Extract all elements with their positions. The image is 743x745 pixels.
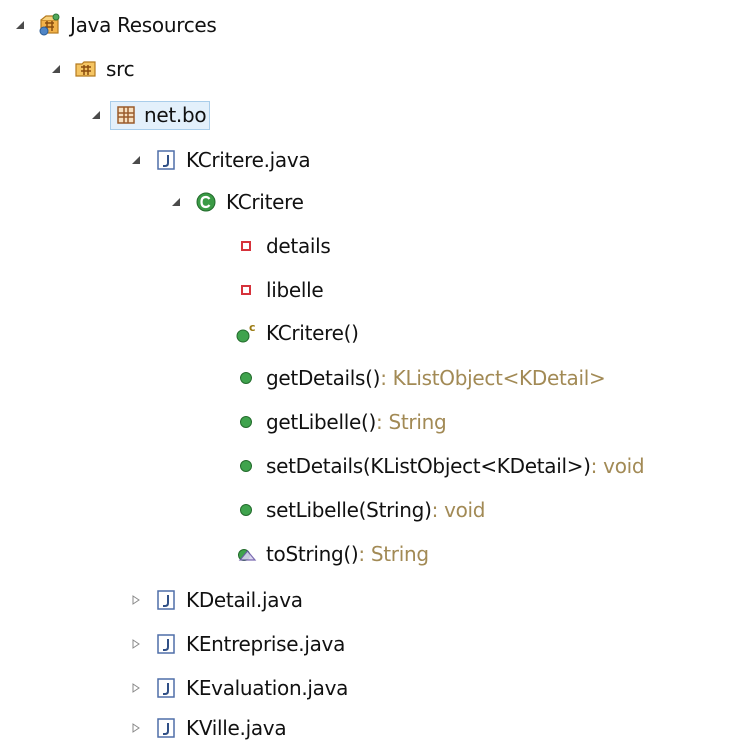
tree-item-label: Java Resources xyxy=(70,13,217,37)
project-explorer-tree: Java Resources src net.bo KCritere.java … xyxy=(0,0,743,742)
return-type: : void xyxy=(431,498,486,522)
tree-item-label: KCritere xyxy=(226,190,304,214)
return-type: : String xyxy=(358,542,429,566)
tree-item-label: libelle xyxy=(266,278,324,302)
tree-item-label: src xyxy=(106,57,135,81)
tree-item-field-details[interactable]: details xyxy=(208,229,331,263)
tree-item-method-setlibelle[interactable]: setLibelle(String) : void xyxy=(208,493,486,527)
override-method-icon xyxy=(234,542,258,566)
tree-item-package[interactable]: net.bo xyxy=(88,98,211,132)
tree-item-field-libelle[interactable]: libelle xyxy=(208,273,324,307)
java-resources-icon xyxy=(38,13,62,37)
collapsed-triangle-icon[interactable] xyxy=(128,680,144,696)
tree-item-label: details xyxy=(266,234,331,258)
expanded-triangle-icon[interactable] xyxy=(48,61,64,77)
tree-item-file-kdetail[interactable]: KDetail.java xyxy=(128,583,303,617)
tree-item-label: getLibelle() xyxy=(266,410,376,434)
selected-item[interactable]: net.bo xyxy=(110,100,211,130)
constructor-icon: c xyxy=(234,321,258,345)
tree-item-label: getDetails() xyxy=(266,366,381,390)
collapsed-triangle-icon[interactable] xyxy=(128,636,144,652)
tree-item-label: KCritere() xyxy=(266,321,359,345)
tree-item-method-setdetails[interactable]: setDetails(KListObject<KDetail>) : void xyxy=(208,449,645,483)
svg-text:c: c xyxy=(249,321,255,334)
tree-item-label: setDetails(KListObject<KDetail>) xyxy=(266,454,591,478)
source-folder-icon xyxy=(74,57,98,81)
tree-item-method-tostring[interactable]: toString() : String xyxy=(208,537,429,571)
tree-item-label: setLibelle(String) xyxy=(266,498,432,522)
java-file-icon xyxy=(154,148,178,172)
tree-item-src[interactable]: src xyxy=(48,52,135,86)
tree-item-file-kville[interactable]: KVille.java xyxy=(128,711,287,745)
java-file-icon xyxy=(154,676,178,700)
tree-item-label: toString() xyxy=(266,542,359,566)
expanded-triangle-icon[interactable] xyxy=(88,107,104,123)
java-file-icon xyxy=(154,716,178,740)
class-icon xyxy=(194,190,218,214)
tree-item-java-resources[interactable]: Java Resources xyxy=(12,8,217,42)
java-file-icon xyxy=(154,632,178,656)
return-type: : KListObject<KDetail> xyxy=(380,366,606,390)
collapsed-triangle-icon[interactable] xyxy=(128,592,144,608)
private-field-icon xyxy=(234,234,258,258)
tree-item-label: net.bo xyxy=(144,102,207,127)
tree-item-class-kcritere[interactable]: KCritere xyxy=(168,185,304,219)
public-method-icon xyxy=(234,410,258,434)
tree-item-label: KCritere.java xyxy=(186,148,311,172)
expanded-triangle-icon[interactable] xyxy=(128,152,144,168)
tree-item-constructor[interactable]: c KCritere() xyxy=(208,316,359,350)
public-method-icon xyxy=(234,366,258,390)
tree-item-file-kcritere[interactable]: KCritere.java xyxy=(128,143,311,177)
tree-item-method-getdetails[interactable]: getDetails() : KListObject<KDetail> xyxy=(208,361,606,395)
public-method-icon xyxy=(234,454,258,478)
expanded-triangle-icon[interactable] xyxy=(12,17,28,33)
java-file-icon xyxy=(154,588,178,612)
tree-item-file-kentreprise[interactable]: KEntreprise.java xyxy=(128,627,345,661)
tree-item-label: KEntreprise.java xyxy=(186,632,346,656)
tree-item-method-getlibelle[interactable]: getLibelle() : String xyxy=(208,405,447,439)
package-icon xyxy=(114,103,138,127)
private-field-icon xyxy=(234,278,258,302)
collapsed-triangle-icon[interactable] xyxy=(128,720,144,736)
tree-item-label: KDetail.java xyxy=(186,588,303,612)
tree-item-label: KEvaluation.java xyxy=(186,676,349,700)
public-method-icon xyxy=(234,498,258,522)
tree-item-label: KVille.java xyxy=(186,716,287,740)
expanded-triangle-icon[interactable] xyxy=(168,194,184,210)
return-type: : String xyxy=(375,410,447,434)
return-type: : void xyxy=(590,454,645,478)
tree-item-file-kevaluation[interactable]: KEvaluation.java xyxy=(128,671,348,705)
